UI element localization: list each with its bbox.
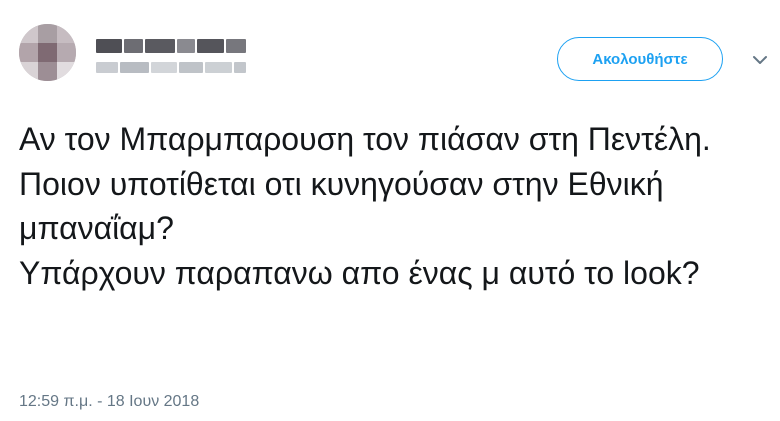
avatar[interactable]: [19, 24, 76, 81]
follow-button[interactable]: Ακολουθήστε: [557, 37, 723, 81]
username-redacted[interactable]: [96, 62, 246, 73]
tweet-text: Αν τον Μπαρμπαρουση τον πιάσαν στη Πεντέ…: [19, 121, 711, 291]
timestamp[interactable]: 12:59 π.μ. - 18 Ιουν 2018: [19, 393, 199, 411]
display-name-redacted[interactable]: [96, 39, 247, 53]
tweet-card: Ακολουθήστε Αν τον Μπαρμπαρουση τον πιάσ…: [0, 0, 780, 421]
chevron-down-icon[interactable]: [750, 52, 770, 68]
